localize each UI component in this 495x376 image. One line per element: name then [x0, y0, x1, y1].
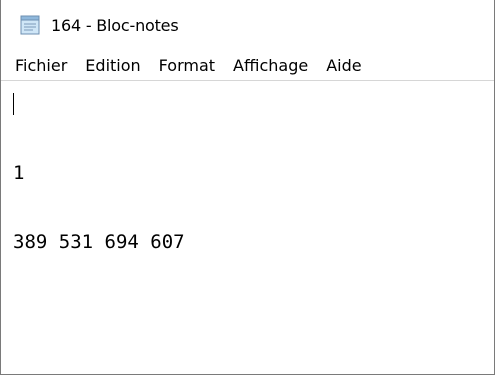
text-caret: [13, 93, 14, 115]
notepad-window: 164 - Bloc-notes Fichier Edition Format …: [0, 0, 495, 375]
menu-aide[interactable]: Aide: [320, 56, 373, 75]
menu-affichage[interactable]: Affichage: [227, 56, 320, 75]
menu-bar: Fichier Edition Format Affichage Aide: [1, 50, 494, 80]
text-editor[interactable]: 1 389 531 694 607: [1, 80, 494, 374]
menu-edition[interactable]: Edition: [79, 56, 152, 75]
editor-line: 1: [13, 162, 25, 184]
notepad-icon: [19, 15, 41, 35]
editor-line: 389 531 694 607: [13, 231, 185, 253]
menu-fichier[interactable]: Fichier: [9, 56, 79, 75]
window-title: 164 - Bloc-notes: [51, 15, 179, 35]
title-bar[interactable]: 164 - Bloc-notes: [1, 0, 494, 50]
menu-format[interactable]: Format: [153, 56, 227, 75]
